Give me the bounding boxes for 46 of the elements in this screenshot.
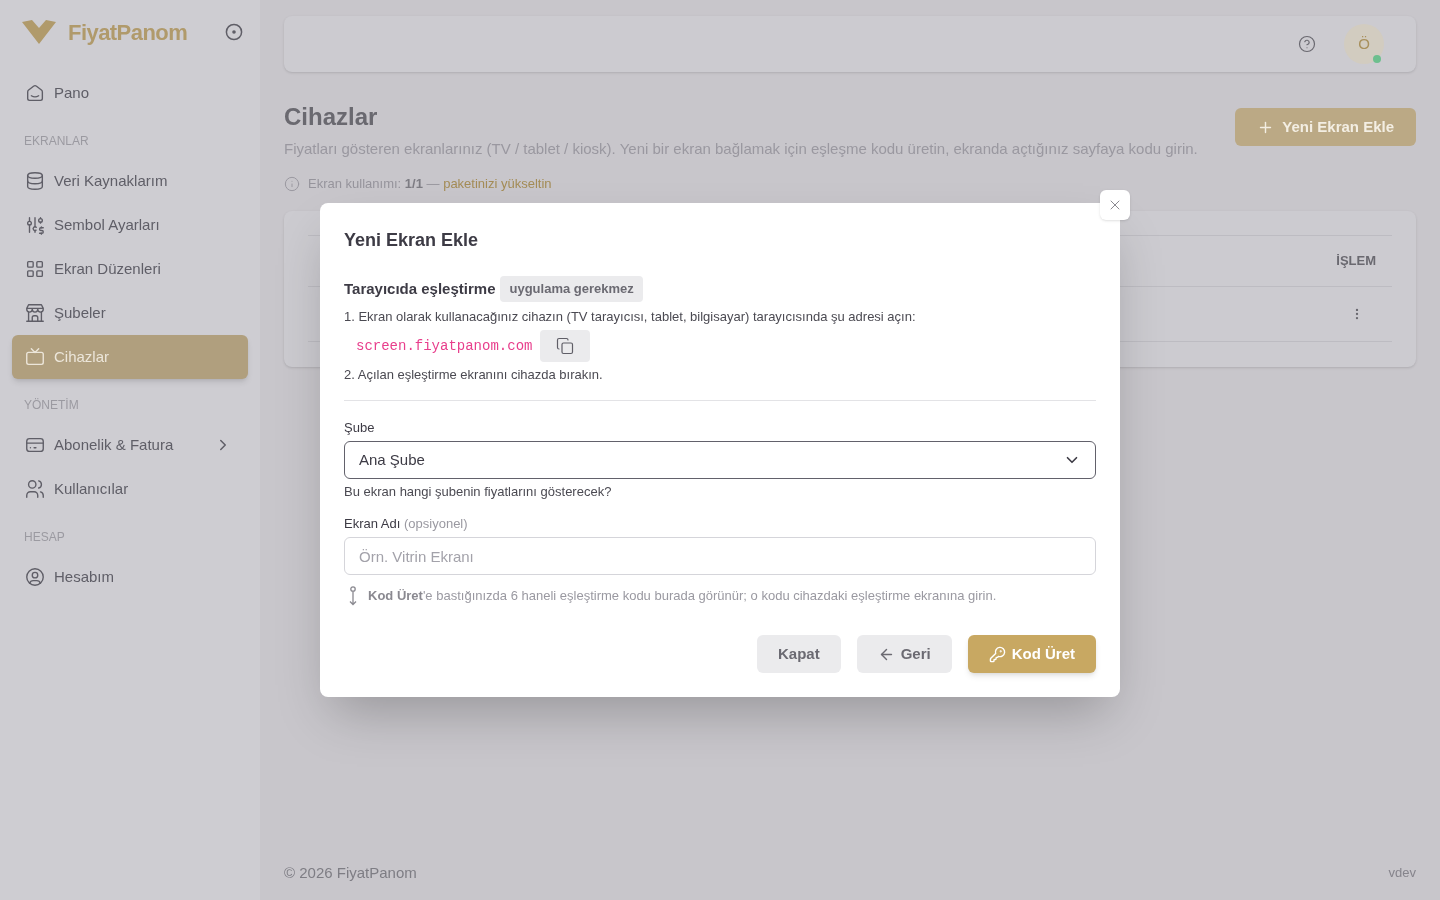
field-hint: Bu ekran hangi şubenin fiyatlarını gösterecek? [344,483,613,501]
close-button[interactable] [1100,190,1130,220]
note-text: Kod Üret'e bastığınızda 6 haneli eşleştirme kodu burada görünür; o kodu cihazdaki eşleştirme ekranına girin. [368,587,997,605]
back-button[interactable]: Geri [856,635,952,673]
sliders-icon [24,214,46,236]
nav-item[interactable]: Cihazlar [12,335,248,379]
database-icon [24,170,46,192]
copyright-text: © 2026 FiyatPanom [284,862,417,883]
key-icon [988,645,1006,663]
generate-code-button[interactable]: Kod Üret [967,635,1096,673]
version-text: vdev [1388,864,1416,882]
column-header: İŞLEM [1336,252,1376,271]
field-label: Ekran Adı (opsiyonel) [344,515,469,533]
field-label: Şube [344,419,376,437]
down-arrow-icon [348,586,358,606]
circle-dot-icon[interactable] [225,23,243,41]
info-icon [284,176,300,192]
nav-item[interactable]: Veri Kaynaklarım [12,159,248,203]
page-title: Cihazlar [284,102,379,132]
info-badge: uygulama gerekmez [500,276,643,302]
dialog-title: Yeni Ekran Ekle [344,229,480,252]
step-text: 1. Ekran olarak kullanacağınız cihazın (TV tarayıcısı, tablet, bilgisayar) tarayıcısında şu adresi açın: [344,308,917,326]
nav-item[interactable]: Hesabım [12,555,248,599]
nav-item[interactable]: Abonelik & Fatura [12,423,248,467]
section-title: Tarayıcıda eşleştirme [344,278,496,299]
nav-item[interactable]: Kullanıcılar [12,467,248,511]
home-icon [24,82,46,104]
step-text: 2. Açılan eşleştirme ekranını cihazda bırakın. [344,366,604,384]
nav-item[interactable]: Şubeler [12,291,248,335]
screen-name-input[interactable]: Örn. Vitrin Ekranı [344,537,1096,575]
help-icon[interactable] [1298,35,1316,53]
branch-select[interactable]: Ana Şube [344,441,1096,479]
brand-name: FiyatPanom [68,18,188,47]
tv-icon [24,346,46,368]
grid-icon [24,258,46,280]
store-icon [24,302,46,324]
nav-item[interactable]: Ekran Düzenleri [12,247,248,291]
nav-item[interactable]: Pano [12,71,248,115]
users-icon [24,478,46,500]
user-circle-icon [24,566,46,588]
close-dialog-button[interactable]: Kapat [756,635,841,673]
url-code: screen.fiyatpanom.com [356,336,533,356]
nav-item[interactable]: Sembol Ayarları [12,203,248,247]
logo-icon [22,20,56,44]
copy-icon [556,337,575,355]
copy-button[interactable] [540,330,591,362]
